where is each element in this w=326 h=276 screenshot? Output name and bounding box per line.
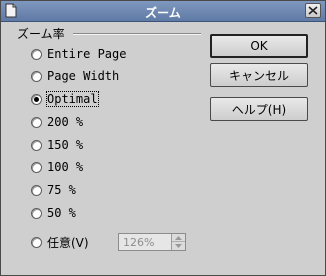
dialog-title: ズーム	[145, 6, 181, 20]
radio-custom[interactable]: 任意(V)	[31, 233, 89, 251]
radio-button[interactable]	[31, 116, 42, 128]
radio-label: 50 %	[47, 206, 76, 220]
radio-200[interactable]: 200 %	[31, 113, 83, 131]
zoom-dialog: ズーム ズーム率 Entire Page Page Width Optimal …	[0, 0, 326, 276]
radio-page-width[interactable]: Page Width	[31, 67, 119, 85]
custom-zoom-value: 126%	[123, 236, 155, 249]
radio-button[interactable]	[31, 207, 42, 219]
group-divider	[73, 33, 201, 35]
radio-label: 200 %	[47, 115, 84, 129]
arrow-up-icon	[175, 236, 182, 240]
cancel-button[interactable]: キャンセル	[210, 63, 308, 87]
close-button[interactable]	[305, 3, 321, 18]
radio-100[interactable]: 100 %	[31, 158, 83, 176]
radio-label: 75 %	[47, 183, 76, 197]
radio-entire-page[interactable]: Entire Page	[31, 45, 126, 63]
arrow-down-icon	[175, 244, 182, 248]
radio-button[interactable]	[31, 70, 42, 82]
radio-label: Optimal	[46, 91, 99, 107]
radio-150[interactable]: 150 %	[31, 136, 83, 154]
radio-button[interactable]	[31, 139, 42, 151]
radio-label: 任意(V)	[47, 235, 89, 250]
radio-50[interactable]: 50 %	[31, 204, 76, 222]
help-button[interactable]: ヘルプ(H)	[210, 97, 308, 121]
close-icon	[308, 6, 318, 15]
radio-label: 150 %	[47, 138, 84, 152]
spin-buttons	[171, 234, 185, 250]
title-bar[interactable]: ズーム	[1, 1, 325, 22]
radio-button[interactable]	[31, 184, 42, 196]
radio-optimal[interactable]: Optimal	[31, 90, 99, 108]
radio-label: Entire Page	[47, 47, 127, 61]
radio-button[interactable]	[31, 48, 42, 60]
spin-up-button[interactable]	[172, 234, 185, 242]
radio-button[interactable]	[31, 161, 42, 173]
custom-zoom-spinbox[interactable]: 126%	[118, 233, 186, 251]
radio-label: 100 %	[47, 160, 84, 174]
spin-down-button[interactable]	[172, 242, 185, 250]
radio-75[interactable]: 75 %	[31, 181, 76, 199]
zoom-group-label: ズーム率	[17, 27, 65, 41]
radio-button-selected[interactable]	[31, 93, 42, 105]
ok-button[interactable]: OK	[210, 34, 308, 58]
radio-label: Page Width	[47, 69, 120, 83]
radio-button[interactable]	[31, 236, 42, 248]
